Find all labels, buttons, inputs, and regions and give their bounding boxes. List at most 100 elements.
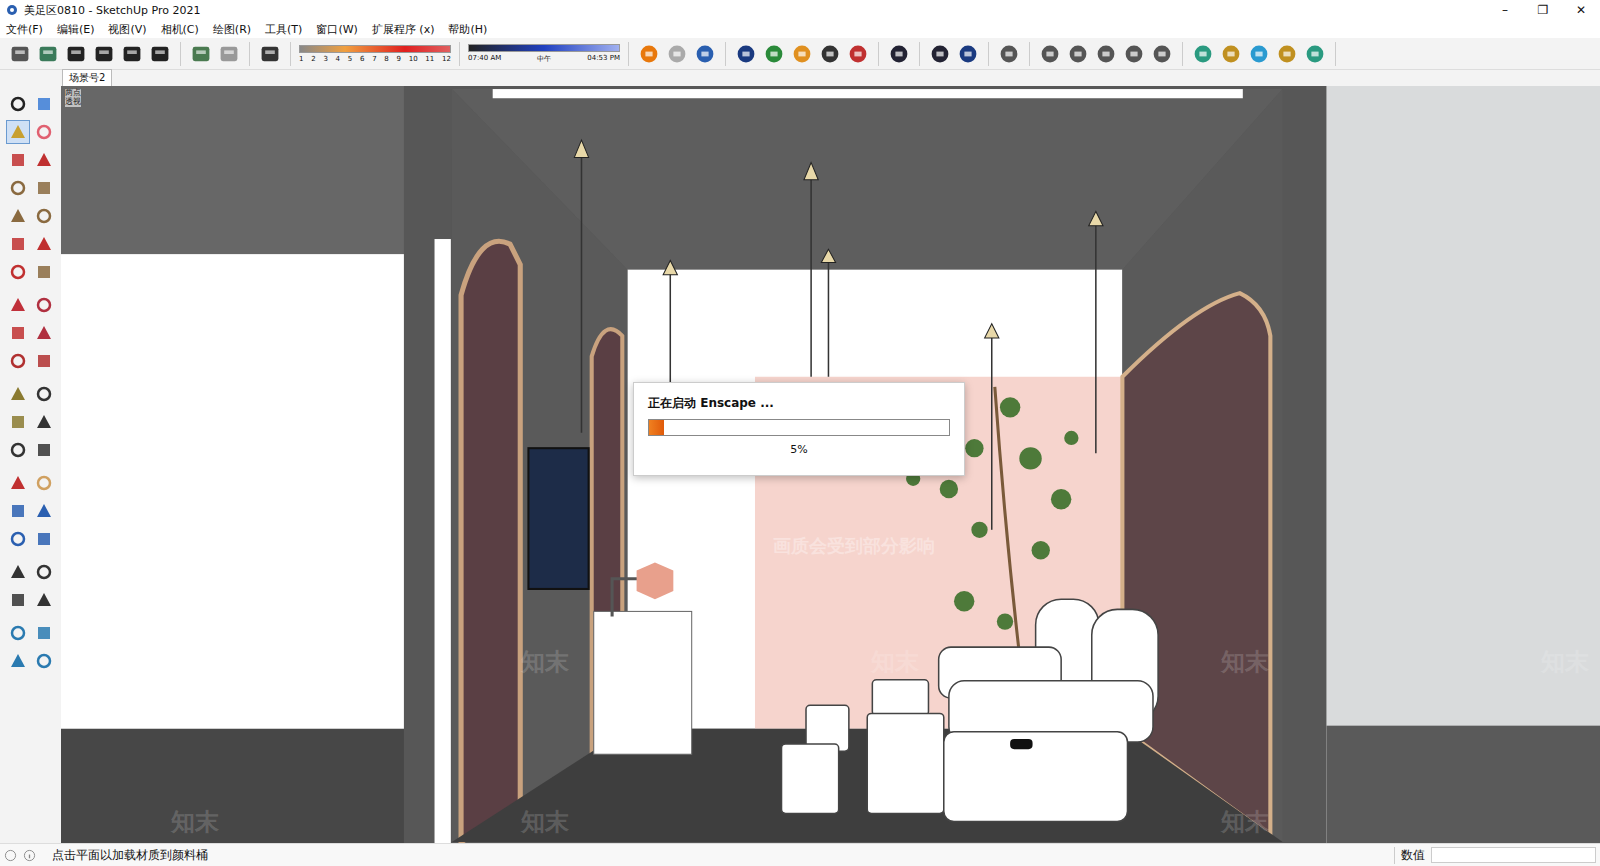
model-viewport[interactable]: 两点透视知末知末知末知末知末知末知末知末画质会受到部分影响正在启动 Enscap… [61, 86, 1600, 843]
store-icon[interactable] [148, 42, 172, 66]
month-tick: 6 [360, 55, 364, 63]
info-icon[interactable] [23, 849, 36, 862]
main-toolbar: 12345678910111207:40 AM中午04:53 PM [0, 38, 1600, 70]
components-icon[interactable] [8, 42, 32, 66]
pan-icon[interactable] [33, 472, 55, 494]
zoom-extents-icon[interactable] [7, 528, 29, 550]
month-tick: 12 [442, 55, 451, 63]
previous-view-icon[interactable] [33, 528, 55, 550]
window-title: 美足区0810 - SketchUp Pro 2021 [24, 3, 1486, 18]
axes-icon[interactable] [7, 439, 29, 461]
month-tick: 10 [409, 55, 418, 63]
tree-icon[interactable] [762, 42, 786, 66]
sandbox-contours-icon[interactable] [7, 622, 29, 644]
tag-icon[interactable] [217, 42, 241, 66]
make-component-icon[interactable] [33, 93, 55, 115]
enscape-logo-icon[interactable] [637, 42, 661, 66]
key-icon[interactable] [1219, 42, 1243, 66]
shadow-icon[interactable] [258, 42, 282, 66]
menu-item[interactable]: 相机(C) [159, 22, 201, 37]
three-point-arc-icon[interactable] [7, 261, 29, 283]
book-icon[interactable] [36, 42, 60, 66]
sun-icon[interactable] [790, 42, 814, 66]
paint-bucket-icon[interactable] [7, 121, 29, 143]
info-icon[interactable] [956, 42, 980, 66]
add-icon[interactable] [734, 42, 758, 66]
sandbox-mesh-icon[interactable] [33, 622, 55, 644]
shadow-date-slider[interactable]: 123456789101112 [299, 45, 451, 63]
push-pull-icon[interactable] [33, 294, 55, 316]
month-tick: 1 [299, 55, 303, 63]
scale-icon[interactable] [7, 350, 29, 372]
pointer-icon[interactable] [1191, 42, 1215, 66]
map-icon[interactable] [189, 42, 213, 66]
view-top-icon[interactable] [1150, 42, 1174, 66]
menu-item[interactable]: 扩展程序 (x) [370, 22, 437, 37]
tape-measure-icon[interactable] [7, 383, 29, 405]
view-left-icon[interactable] [1094, 42, 1118, 66]
polygon-icon[interactable] [33, 205, 55, 227]
menu-item[interactable]: 窗口(W) [314, 22, 359, 37]
month-tick: 5 [348, 55, 352, 63]
offset-icon[interactable] [33, 350, 55, 372]
warehouse-icon[interactable] [92, 42, 116, 66]
watermark-logo: 知末 [171, 646, 219, 678]
window-control[interactable]: ❐ [1524, 3, 1562, 17]
pencil-icon[interactable] [7, 149, 29, 171]
geo-location-icon[interactable] [4, 849, 17, 862]
sandbox-smoove-icon[interactable] [7, 650, 29, 672]
settings-icon[interactable] [887, 42, 911, 66]
dimension-icon[interactable] [33, 383, 55, 405]
window-control[interactable]: – [1486, 3, 1524, 17]
freehand-icon[interactable] [33, 149, 55, 171]
zoom-icon[interactable] [7, 500, 29, 522]
circle-icon[interactable] [7, 205, 29, 227]
pie-icon[interactable] [33, 261, 55, 283]
eraser-icon[interactable] [33, 121, 55, 143]
zoom-window-icon[interactable] [33, 500, 55, 522]
select-icon[interactable] [7, 93, 29, 115]
stairs-icon[interactable] [1275, 42, 1299, 66]
walk-icon[interactable] [7, 589, 29, 611]
position-camera-icon[interactable] [7, 561, 29, 583]
menu-item[interactable]: 视图(V) [106, 22, 148, 37]
checker-icon[interactable] [818, 42, 842, 66]
orbit-icon[interactable] [7, 472, 29, 494]
menu-item[interactable]: 编辑(E) [55, 22, 97, 37]
home-icon[interactable] [64, 42, 88, 66]
menu-item[interactable]: 工具(T) [263, 22, 304, 37]
shadow-time-slider[interactable]: 07:40 AM中午04:53 PM [468, 44, 620, 64]
three-d-text-icon[interactable] [33, 439, 55, 461]
render-window-icon[interactable] [693, 42, 717, 66]
look-around-icon[interactable] [33, 561, 55, 583]
watermark-notice: 画质会受到部分影响 [773, 534, 935, 558]
menu-item[interactable]: 文件(F) [4, 22, 45, 37]
view-right-icon[interactable] [1122, 42, 1146, 66]
upload-icon[interactable] [846, 42, 870, 66]
text-icon[interactable] [33, 411, 55, 433]
menu-item[interactable]: 绘图(R) [211, 22, 253, 37]
view-back-icon[interactable] [1066, 42, 1090, 66]
rectangle-icon[interactable] [7, 177, 29, 199]
person-icon[interactable] [1303, 42, 1327, 66]
follow-me-icon[interactable] [33, 322, 55, 344]
window-control[interactable]: ✕ [1562, 3, 1600, 17]
menu-item[interactable]: 帮助(H) [446, 22, 489, 37]
scene-tab[interactable]: 场景号2 [62, 69, 112, 86]
house-outline-icon[interactable] [120, 42, 144, 66]
section-plane-icon[interactable] [33, 589, 55, 611]
mail-icon[interactable] [928, 42, 952, 66]
move-icon[interactable] [7, 294, 29, 316]
view-front-icon[interactable] [1038, 42, 1062, 66]
scene-tab-bar: 场景号2 [0, 70, 1600, 86]
rotated-rectangle-icon[interactable] [33, 177, 55, 199]
two-point-arc-icon[interactable] [33, 233, 55, 255]
layers-icon[interactable] [997, 42, 1021, 66]
sync-icon[interactable] [665, 42, 689, 66]
arc-icon[interactable] [7, 233, 29, 255]
measurements-box[interactable] [1431, 847, 1596, 863]
rotate-icon[interactable] [7, 322, 29, 344]
sandbox-stamp-icon[interactable] [33, 650, 55, 672]
arrows-icon[interactable] [1247, 42, 1271, 66]
protractor-icon[interactable] [7, 411, 29, 433]
